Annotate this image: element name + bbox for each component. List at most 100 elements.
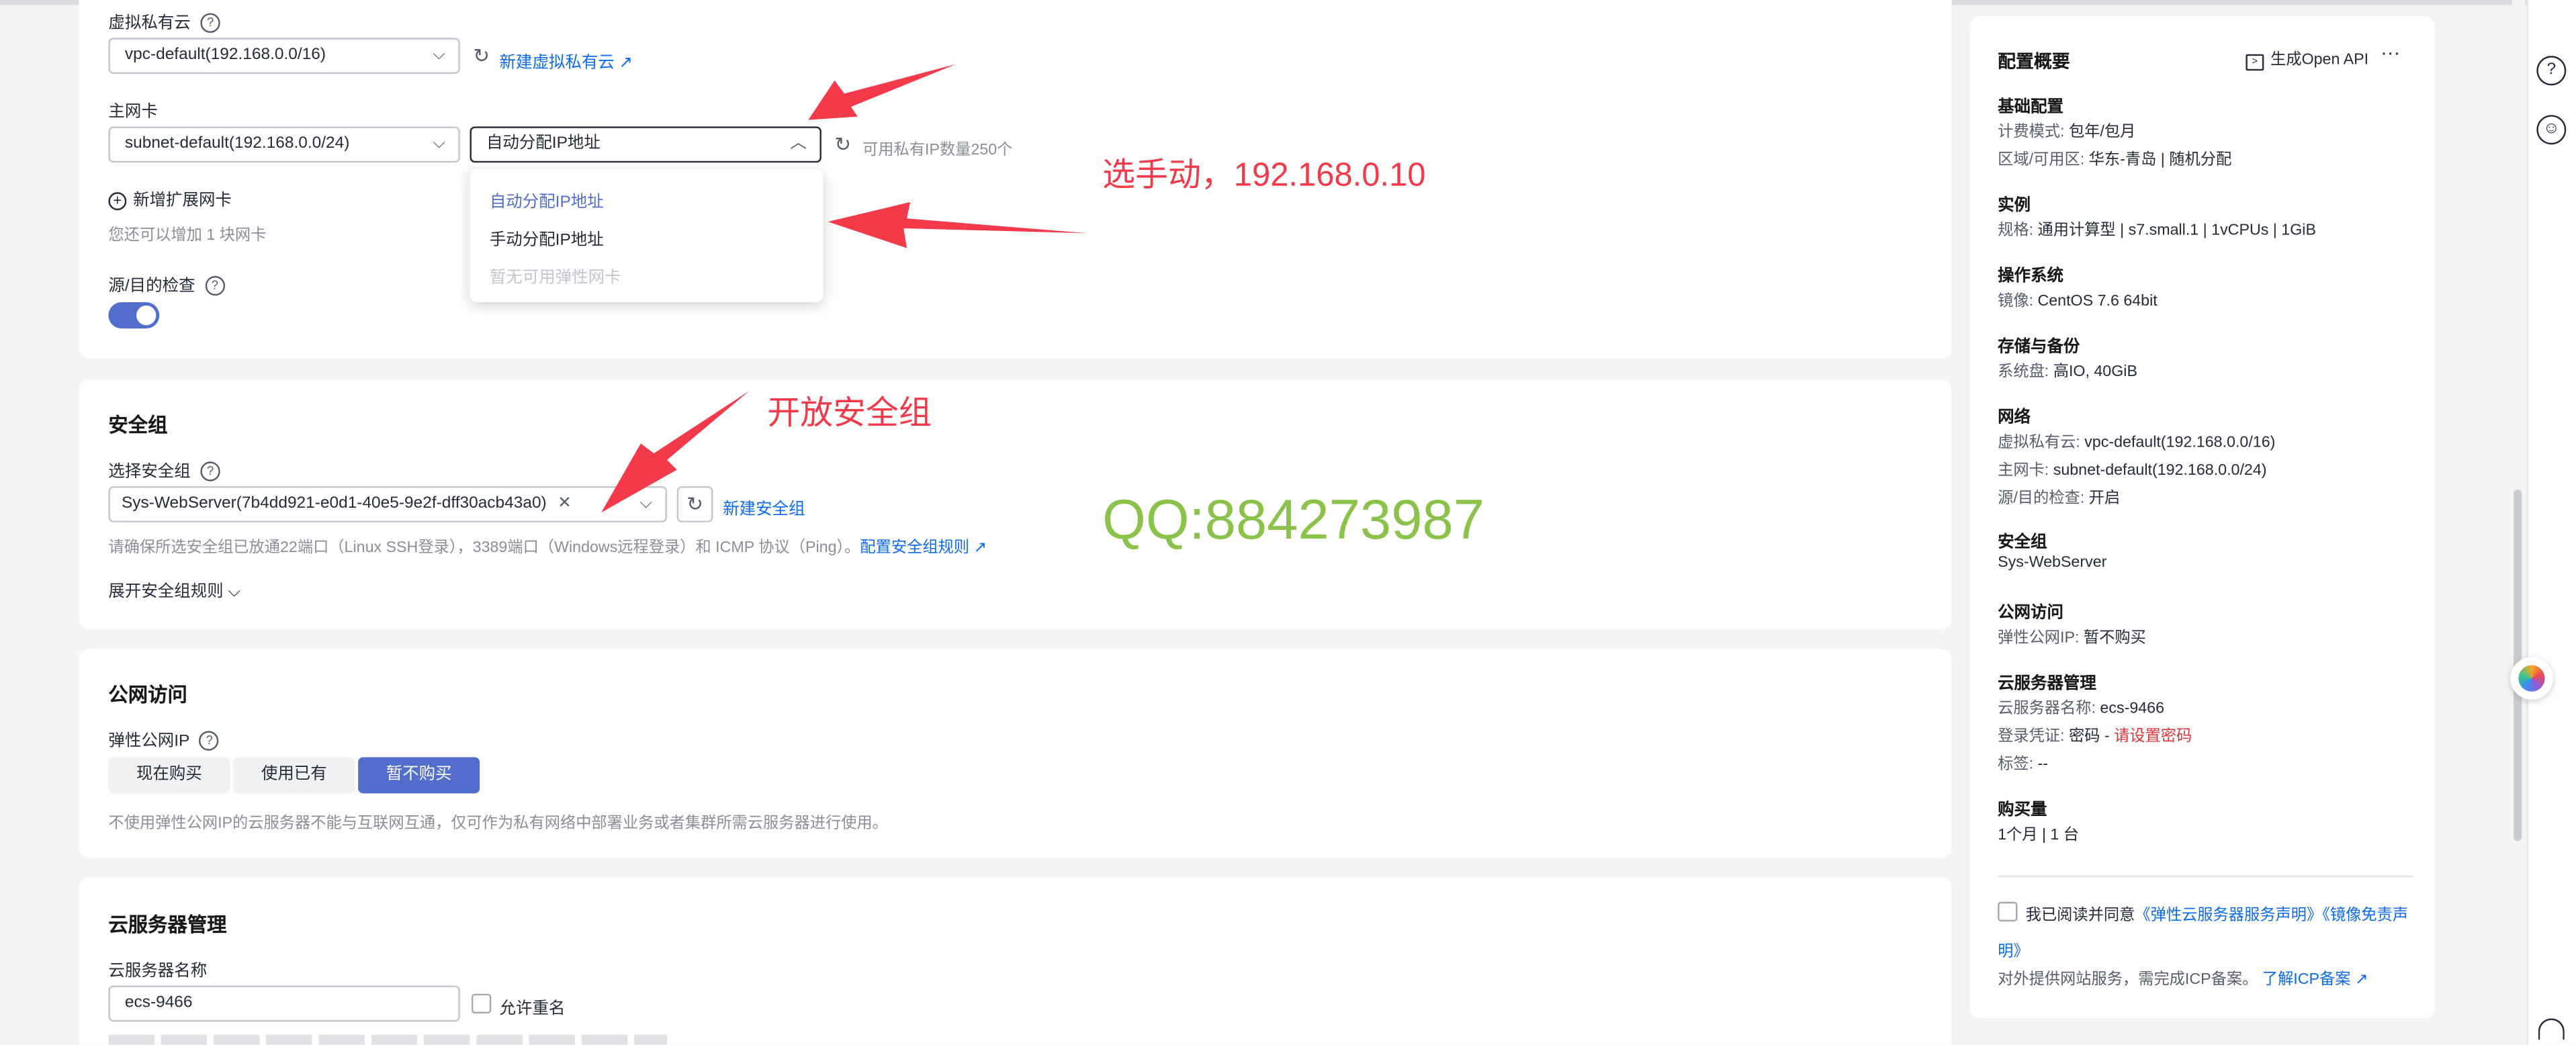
watermark-qq: QQ:884273987: [1102, 489, 1484, 552]
annotation-manual-note: 选手动，192.168.0.10: [1102, 157, 1426, 194]
summary-instance-heading: 实例: [1998, 197, 2031, 216]
more-icon[interactable]: ···: [2381, 41, 2400, 64]
add-nic-button[interactable]: + 新增扩展网卡: [108, 185, 232, 211]
new-vpc-link[interactable]: 新建虚拟私有云 ↗: [500, 48, 633, 73]
service-statement-link[interactable]: 《弹性云服务器服务声明》: [2135, 907, 2322, 925]
dropdown-option-manual[interactable]: 手动分配IP地址: [490, 225, 604, 250]
security-group-select[interactable]: Sys-WebServer(7b4dd921-e0d1-40e5-9e2f-df…: [108, 486, 667, 522]
server-name-value: ecs-9466: [124, 993, 193, 1012]
security-hint: 请确保所选安全组已放通22端口（Linux SSH登录），3389端口（Wind…: [108, 539, 987, 557]
summary-qty-value: 1个月 | 1 台: [1998, 826, 2080, 845]
expand-rules-button[interactable]: 展开安全组规则 ⌵: [108, 576, 240, 601]
icp-text: 对外提供网站服务，需完成ICP备案。 了解ICP备案 ↗: [1998, 970, 2368, 989]
close-icon[interactable]: ✕: [558, 494, 572, 512]
security-select-label: 选择安全组?: [108, 457, 220, 482]
help-icon[interactable]: ?: [200, 13, 220, 34]
server-name-input[interactable]: ecs-9466: [108, 985, 460, 1022]
summary-basic-heading: 基础配置: [1998, 98, 2063, 117]
dropdown-option-disabled: 暂无可用弹性网卡: [489, 269, 621, 288]
vpc-select-value: vpc-default(192.168.0.0/16): [124, 46, 326, 64]
summary-spec: 规格: 通用计算型 | s7.small.1 | 1vCPUs | 1GiB: [1998, 222, 2316, 240]
help-icon[interactable]: ?: [205, 276, 225, 297]
eip-use-existing-button[interactable]: 使用已有: [233, 757, 355, 794]
subnet-select-value: subnet-default(192.168.0.0/24): [124, 134, 350, 153]
subnet-select[interactable]: subnet-default(192.168.0.0/24) ⌵: [108, 126, 460, 163]
chevron-down-icon: ⌵: [228, 583, 241, 602]
annotation-arrow-security: [601, 391, 750, 513]
set-password-link[interactable]: 请设置密码: [2114, 727, 2192, 745]
summary-panel: 配置概要 > 生成Open API ··· 基础配置 计费模式: 包年/包月 区域…: [1969, 16, 2435, 1019]
ip-count-text: 可用私有IP数量250个: [862, 141, 1013, 160]
src-dst-toggle[interactable]: [108, 302, 160, 329]
summary-credential: 登录凭证: 密码 - 请设置密码: [1998, 727, 2192, 746]
summary-nic: 主网卡: subnet-default(192.168.0.0/24): [1998, 461, 2267, 480]
external-link-icon: ↗: [619, 54, 633, 73]
summary-region: 区域/可用区: 华东-青岛 | 随机分配: [1998, 151, 2232, 169]
summary-os-heading: 操作系统: [1998, 267, 2063, 286]
summary-title: 配置概要: [1998, 52, 2070, 73]
configure-rules-link[interactable]: 配置安全组规则 ↗: [860, 539, 987, 557]
server-name-label: 云服务器名称: [108, 962, 208, 981]
eip-buy-now-button[interactable]: 现在购买: [108, 757, 230, 794]
server-management-card: 云服务器管理 云服务器名称 ecs-9466 允许重名: [79, 877, 1952, 1045]
add-nic-hint: 您还可以增加 1 块网卡: [108, 226, 267, 245]
icp-link[interactable]: 了解ICP备案 ↗: [2262, 970, 2368, 989]
security-title: 安全组: [108, 414, 168, 437]
public-access-title: 公网访问: [108, 683, 187, 707]
help-icon[interactable]: ?: [200, 462, 220, 482]
image-disclaimer-link[interactable]: 《镜像免责声: [2322, 907, 2408, 925]
server-management-title: 云服务器管理: [108, 913, 227, 937]
feedback-smile-icon[interactable]: ☺: [2536, 115, 2567, 145]
summary-billing: 计费模式: 包年/包月: [1998, 123, 2136, 142]
ai-assistant-icon[interactable]: [2510, 657, 2553, 700]
agree-line-1: 我已阅读并同意《弹性云服务器服务声明》《镜像免责声: [2025, 907, 2409, 925]
right-rail: [2526, 0, 2576, 1045]
dropdown-option-auto[interactable]: 自动分配IP地址: [490, 187, 604, 212]
agree-checkbox[interactable]: [1998, 901, 2018, 922]
chevron-down-icon: ⌵: [433, 46, 445, 64]
help-icon[interactable]: ?: [2536, 56, 2567, 86]
ip-mode-dropdown: 自动分配IP地址 手动分配IP地址 暂无可用弹性网卡: [470, 169, 824, 303]
chevron-down-icon: ⌵: [433, 134, 445, 153]
summary-divider: [1998, 875, 2413, 878]
summary-vpc: 虚拟私有云: vpc-default(192.168.0.0/16): [1998, 433, 2276, 452]
help-icon[interactable]: ?: [199, 731, 220, 752]
eip-no-buy-button[interactable]: 暂不购买: [358, 757, 480, 794]
network-card: 虚拟私有云? vpc-default(192.168.0.0/16) ⌵ ↻ 新…: [79, 0, 1952, 359]
ai-assistant-glyph: [2518, 665, 2545, 692]
eip-label: 弹性公网IP?: [108, 726, 220, 752]
summary-src-dst: 源/目的检查: 开启: [1998, 489, 2121, 508]
summary-storage-heading: 存储与备份: [1998, 338, 2080, 357]
summary-server-name: 云服务器名称: ecs-9466: [1998, 699, 2165, 718]
src-dst-label: 源/目的检查?: [108, 271, 225, 297]
security-card: 安全组 选择安全组? Sys-WebServer(7b4dd921-e0d1-4…: [79, 379, 1952, 629]
ip-mode-value: 自动分配IP地址: [486, 134, 601, 153]
agree-line-2[interactable]: 明》: [1998, 938, 2029, 961]
annotation-arrow-ip-mode: [808, 64, 957, 120]
refresh-icon[interactable]: ↻: [473, 44, 490, 67]
ip-mode-select[interactable]: 自动分配IP地址 ︿: [470, 126, 821, 163]
vpc-select[interactable]: vpc-default(192.168.0.0/16) ⌵: [108, 38, 460, 75]
public-access-hint: 不使用弹性公网IP的云服务器不能与互联网互通，仅可作为私有网络中部署业务或者集群…: [108, 815, 888, 833]
summary-image: 镜像: CentOS 7.6 64bit: [1998, 292, 2158, 311]
allow-duplicate-checkbox[interactable]: [471, 993, 492, 1014]
allow-duplicate-label: 允许重名: [499, 1000, 566, 1019]
vpc-label: 虚拟私有云?: [108, 8, 220, 34]
summary-mgmt-heading: 云服务器管理: [1998, 675, 2096, 694]
open-api-button[interactable]: > 生成Open API: [2246, 46, 2368, 71]
summary-qty-heading: 购买量: [1998, 801, 2047, 820]
toggle-knob: [136, 305, 157, 326]
headset-icon[interactable]: [2538, 1018, 2565, 1040]
summary-network-heading: 网络: [1998, 409, 2031, 427]
annotation-sg-note: 开放安全组: [767, 396, 932, 433]
annotation-arrow-dropdown: [828, 201, 1088, 248]
cut-off-hint-line: [108, 1034, 667, 1045]
summary-eip: 弹性公网IP: 暂不购买: [1998, 629, 2146, 647]
security-group-tag: Sys-WebServer(7b4dd921-e0d1-40e5-9e2f-df…: [121, 494, 547, 513]
plus-circle-icon: +: [108, 192, 127, 211]
terminal-icon: >: [2246, 54, 2264, 71]
summary-tags: 标签: --: [1998, 756, 2048, 774]
summary-disk: 系统盘: 高IO, 40GiB: [1998, 363, 2137, 381]
summary-sg-value: Sys-WebServer: [1998, 553, 2107, 572]
summary-sg-heading: 安全组: [1998, 533, 2047, 552]
